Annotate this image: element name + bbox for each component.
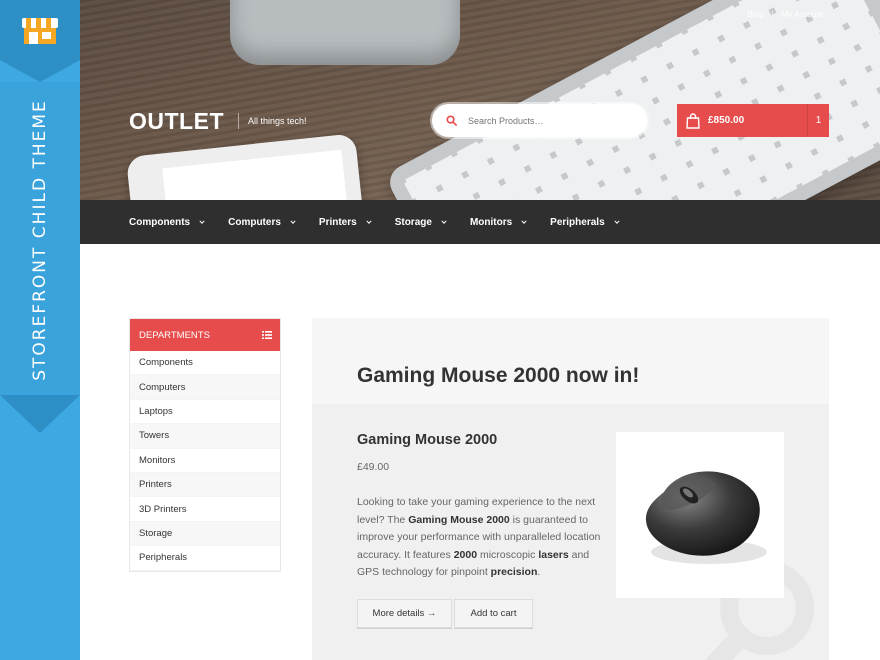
nav-item-components[interactable]: Components (129, 217, 205, 228)
featured-product-section: Gaming Mouse 2000 now in! Gaming Mouse 2… (312, 318, 829, 660)
nav-label: Peripherals (550, 216, 605, 228)
theme-name: STOREFRONT CHILD THEME (30, 99, 50, 381)
section-heading: Gaming Mouse 2000 now in! (357, 364, 640, 387)
top-links: Blog | My Account (748, 10, 823, 19)
blog-link[interactable]: Blog (748, 10, 764, 19)
nav-item-storage[interactable]: Storage (395, 217, 447, 228)
chevron-down-icon (441, 220, 447, 224)
chevron-down-icon (199, 220, 205, 224)
link-separator: | (771, 10, 774, 19)
header-hero (80, 0, 880, 200)
department-item-monitors[interactable]: Monitors (130, 449, 280, 473)
list-icon (262, 331, 272, 339)
department-item-peripherals[interactable]: Peripherals (130, 546, 280, 571)
chevron-down-icon (521, 220, 527, 224)
departments-title: DEPARTMENTS (139, 329, 210, 341)
product-image[interactable] (616, 432, 784, 598)
departments-list: Components Computers Laptops Towers Moni… (130, 351, 280, 571)
nav-label: Components (129, 216, 191, 228)
departments-header[interactable]: DEPARTMENTS (130, 319, 280, 351)
my-account-link[interactable]: My Account (782, 10, 823, 19)
nav-label: Printers (318, 216, 357, 228)
chevron-down-icon (614, 220, 620, 224)
site-logo[interactable]: OUTLET (129, 108, 224, 135)
nav-item-monitors[interactable]: Monitors (470, 217, 527, 228)
storefront-icon (22, 18, 58, 44)
nav-label: Storage (394, 216, 432, 228)
search-input[interactable] (468, 115, 628, 126)
department-item-laptops[interactable]: Laptops (130, 400, 280, 425)
product-price: £49.00 (357, 461, 390, 473)
nav-item-printers[interactable]: Printers (319, 217, 372, 228)
cart-total: £850.00 (708, 115, 745, 126)
department-item-printers[interactable]: Printers (130, 472, 280, 498)
nav-label: Monitors (469, 216, 513, 228)
theme-ribbon: STOREFRONT CHILD THEME (0, 0, 80, 660)
ribbon-mid-chevron (0, 395, 80, 433)
nav-item-peripherals[interactable]: Peripherals (550, 216, 620, 228)
department-item-components[interactable]: Components (130, 351, 280, 376)
nav-label: Computers (228, 216, 281, 228)
product-description: Looking to take your gaming experience t… (357, 496, 601, 579)
product-title[interactable]: Gaming Mouse 2000 (357, 432, 497, 448)
more-details-button[interactable]: More details → (357, 599, 452, 628)
department-item-computers[interactable]: Computers (130, 375, 280, 400)
department-item-3d-printers[interactable]: 3D Printers (130, 497, 280, 522)
computer-mouse-icon (645, 471, 767, 564)
cart-count: 1 (807, 104, 829, 137)
add-to-cart-button[interactable]: Add to cart (454, 599, 533, 628)
cart-button[interactable]: £850.00 1 (677, 104, 829, 137)
primary-nav: Components Computers Printers Storage Mo… (80, 200, 880, 244)
heading-band (312, 318, 829, 404)
monitor-stand-image (230, 0, 460, 65)
search-icon (446, 115, 457, 126)
search-box[interactable] (432, 104, 647, 137)
department-item-towers[interactable]: Towers (130, 424, 280, 449)
site-tagline: All things tech! (238, 113, 307, 129)
shopping-bag-icon (686, 112, 700, 129)
chevron-down-icon (290, 220, 296, 224)
nav-item-computers[interactable]: Computers (228, 217, 296, 228)
chevron-down-icon (366, 220, 372, 224)
departments-menu: DEPARTMENTS Components Computers Laptops… (129, 318, 281, 572)
department-item-storage[interactable]: Storage (130, 521, 280, 547)
